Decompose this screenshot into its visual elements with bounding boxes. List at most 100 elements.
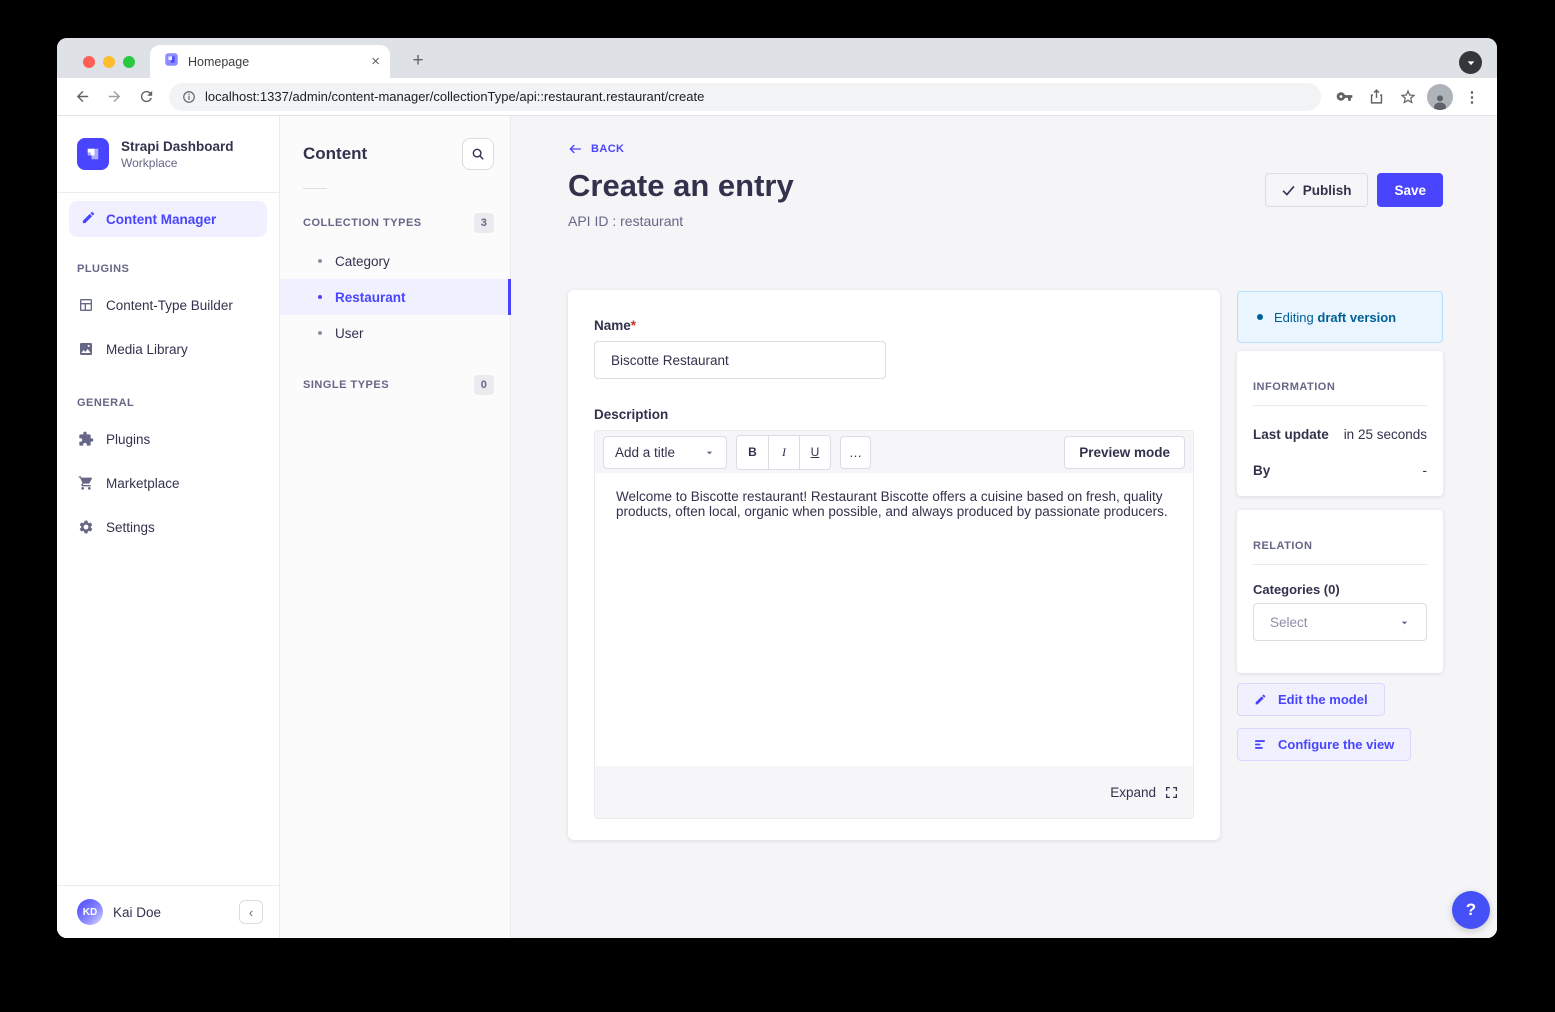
share-icon[interactable] bbox=[1361, 82, 1391, 112]
caret-down-icon bbox=[1399, 617, 1410, 628]
format-button-group: B I U bbox=[736, 435, 831, 470]
tab-title: Homepage bbox=[188, 55, 362, 69]
subnav-item-category[interactable]: Category bbox=[280, 243, 510, 279]
cart-icon bbox=[77, 475, 94, 491]
sidebar-item-marketplace[interactable]: Marketplace bbox=[57, 461, 279, 505]
reload-button[interactable] bbox=[131, 82, 161, 112]
forward-nav-button[interactable] bbox=[99, 82, 129, 112]
markdown-editor: Add a title B I U … Preview mode Welcome… bbox=[594, 430, 1194, 819]
collection-types-header: COLLECTION TYPES 3 bbox=[280, 205, 510, 243]
sidebar-item-label: Content-Type Builder bbox=[106, 298, 233, 313]
workspace-brand[interactable]: Strapi Dashboard Workplace bbox=[57, 116, 279, 193]
preview-mode-button[interactable]: Preview mode bbox=[1064, 436, 1185, 469]
expand-label[interactable]: Expand bbox=[1110, 785, 1156, 800]
sidebar-item-plugins[interactable]: Plugins bbox=[57, 417, 279, 461]
sidebar-item-label: Media Library bbox=[106, 342, 188, 357]
underline-button[interactable]: U bbox=[799, 436, 830, 469]
relation-label: RELATION bbox=[1253, 528, 1427, 552]
site-info-icon bbox=[182, 90, 196, 104]
required-asterisk: * bbox=[631, 318, 636, 333]
url-text: localhost:1337/admin/content-manager/col… bbox=[205, 89, 704, 104]
subnav-item-label: User bbox=[335, 326, 364, 341]
publish-button[interactable]: Publish bbox=[1265, 173, 1369, 207]
new-tab-button[interactable]: + bbox=[404, 47, 432, 75]
tab-close-icon[interactable]: × bbox=[371, 54, 380, 69]
entry-meta-column: Editing draft version INFORMATION Last u… bbox=[1237, 291, 1443, 761]
sidebar-item-content-manager[interactable]: Content Manager bbox=[69, 201, 267, 237]
single-types-count-badge: 0 bbox=[474, 375, 494, 395]
pen-icon bbox=[81, 210, 96, 228]
sidebar-item-label: Settings bbox=[106, 520, 155, 535]
sidebar-item-content-type-builder[interactable]: Content-Type Builder bbox=[57, 283, 279, 327]
sidebar-section-plugins: PLUGINS bbox=[57, 237, 279, 283]
search-button[interactable] bbox=[462, 138, 494, 170]
divider bbox=[1253, 564, 1427, 565]
caret-down-icon bbox=[704, 447, 715, 458]
sidebar-item-settings[interactable]: Settings bbox=[57, 505, 279, 549]
information-label: INFORMATION bbox=[1253, 369, 1427, 393]
tab-strip: Homepage × + bbox=[57, 38, 1497, 78]
edit-model-button[interactable]: Edit the model bbox=[1237, 683, 1385, 716]
sidebar-section-general: GENERAL bbox=[57, 371, 279, 417]
password-key-icon[interactable] bbox=[1329, 82, 1359, 112]
pencil-icon bbox=[1254, 693, 1267, 706]
subnav-item-user[interactable]: User bbox=[280, 315, 510, 351]
url-bar[interactable]: localhost:1337/admin/content-manager/col… bbox=[169, 83, 1321, 111]
sidebar-item-label: Marketplace bbox=[106, 476, 180, 491]
categories-select[interactable]: Select bbox=[1253, 603, 1427, 641]
back-nav-button[interactable] bbox=[67, 82, 97, 112]
main-sidebar: Strapi Dashboard Workplace Content Manag… bbox=[57, 116, 280, 938]
configure-lines-icon bbox=[1254, 738, 1267, 751]
sidebar-item-media-library[interactable]: Media Library bbox=[57, 327, 279, 371]
subnav-item-label: Restaurant bbox=[335, 290, 406, 305]
browser-tab[interactable]: Homepage × bbox=[150, 45, 390, 78]
strapi-app: Strapi Dashboard Workplace Content Manag… bbox=[57, 116, 1497, 938]
single-types-header: SINGLE TYPES 0 bbox=[280, 367, 510, 405]
last-update-row: Last update in 25 seconds bbox=[1253, 427, 1427, 442]
main-content: BACK Create an entry API ID : restaurant… bbox=[511, 116, 1497, 938]
strapi-logo-icon bbox=[77, 138, 109, 170]
title-style-select[interactable]: Add a title bbox=[603, 436, 727, 469]
help-button[interactable]: ? bbox=[1452, 891, 1490, 929]
strapi-favicon-icon bbox=[164, 52, 179, 72]
user-name: Kai Doe bbox=[113, 905, 161, 920]
bullet-icon bbox=[318, 259, 322, 263]
page-title: Create an entry bbox=[568, 168, 794, 204]
by-value: - bbox=[1423, 463, 1428, 478]
name-field-label: Name* bbox=[594, 318, 1194, 333]
brand-title: Strapi Dashboard bbox=[121, 139, 234, 154]
more-formats-button[interactable]: … bbox=[840, 436, 871, 469]
description-textarea[interactable]: Welcome to Biscotte restaurant! Restaura… bbox=[595, 473, 1193, 766]
tab-search-button[interactable] bbox=[1459, 51, 1482, 74]
name-input[interactable] bbox=[594, 341, 886, 379]
subnav-title: Content bbox=[303, 144, 367, 164]
by-row: By - bbox=[1253, 463, 1427, 478]
content-subnav: Content COLLECTION TYPES 3 Category Rest… bbox=[280, 116, 511, 938]
profile-avatar[interactable] bbox=[1425, 82, 1455, 112]
relation-panel: RELATION Categories (0) Select bbox=[1237, 510, 1443, 673]
configure-view-button[interactable]: Configure the view bbox=[1237, 728, 1411, 761]
window-minimize-button[interactable] bbox=[103, 56, 115, 68]
subnav-item-label: Category bbox=[335, 254, 390, 269]
sidebar-item-label: Plugins bbox=[106, 432, 150, 447]
subnav-item-restaurant[interactable]: Restaurant bbox=[280, 279, 510, 315]
italic-button[interactable]: I bbox=[768, 436, 799, 469]
bookmark-star-icon[interactable] bbox=[1393, 82, 1423, 112]
user-avatar[interactable]: KD bbox=[77, 899, 103, 925]
collection-types-count-badge: 3 bbox=[474, 213, 494, 233]
bold-button[interactable]: B bbox=[737, 436, 768, 469]
api-id-subtitle: API ID : restaurant bbox=[568, 213, 683, 229]
expand-icon bbox=[1165, 786, 1178, 799]
brand-subtitle: Workplace bbox=[121, 156, 234, 170]
draft-status-banner: Editing draft version bbox=[1237, 291, 1443, 343]
chevron-down-icon bbox=[1466, 58, 1476, 68]
window-zoom-button[interactable] bbox=[123, 56, 135, 68]
browser-menu-icon[interactable]: ⋮ bbox=[1457, 82, 1487, 112]
save-button[interactable]: Save bbox=[1377, 173, 1443, 207]
window-close-button[interactable] bbox=[83, 56, 95, 68]
sidebar-collapse-button[interactable]: ‹ bbox=[239, 900, 263, 924]
search-icon bbox=[471, 147, 485, 161]
back-link[interactable]: BACK bbox=[568, 143, 624, 155]
layout-icon bbox=[77, 297, 94, 313]
entry-form-card: Name* Description Add a title B I U bbox=[568, 290, 1220, 840]
